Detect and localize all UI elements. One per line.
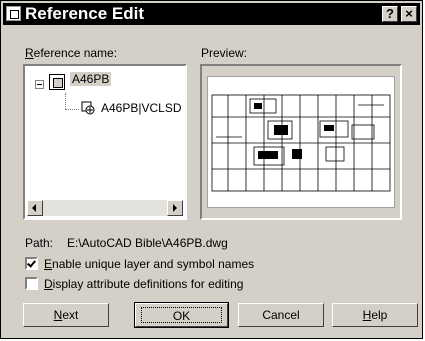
tree-item-a46pb-vclsd[interactable]: A46PB|VCLSD [101, 101, 182, 115]
dialog-title: Reference Edit [25, 4, 145, 23]
block-reference-icon [49, 74, 65, 90]
display-attributes-label[interactable]: Display attribute definitions for editin… [44, 277, 243, 291]
path-label: Path: [25, 236, 54, 250]
reference-edit-dialog: Reference Edit ? × Reference name: Previ… [0, 0, 423, 339]
preview-panel [200, 64, 402, 220]
title-bar[interactable]: Reference Edit ? × [3, 3, 420, 25]
tree-connector [65, 93, 67, 109]
tree-item-a46pb[interactable]: A46PB [70, 72, 112, 86]
enable-unique-names-label[interactable]: Enable unique layer and symbol names [44, 257, 254, 271]
display-attributes-checkbox[interactable] [25, 277, 38, 290]
ok-label: OK [141, 307, 222, 323]
close-button[interactable]: × [401, 6, 417, 22]
tree-item-label: A46PB|VCLSD [101, 101, 182, 115]
nested-reference-icon [81, 101, 95, 115]
drawing-preview-image [207, 76, 395, 208]
next-button[interactable]: Next [23, 303, 109, 327]
tree-connector [65, 109, 79, 111]
scroll-left-button[interactable] [27, 200, 43, 216]
app-icon [6, 6, 21, 21]
cancel-button[interactable]: Cancel [238, 303, 324, 327]
tree-item-label: A46PB [70, 72, 112, 86]
collapse-toggle[interactable] [35, 80, 44, 89]
help-button[interactable]: Help [332, 303, 418, 327]
reference-tree[interactable]: A46PB A46PB|VCLSD [23, 64, 187, 220]
floor-plan-thumbnail [211, 94, 391, 192]
help-question-button[interactable]: ? [382, 6, 398, 22]
ok-button[interactable]: OK [134, 302, 229, 328]
reference-name-label: Reference name: [25, 46, 118, 60]
preview-label: Preview: [201, 46, 248, 60]
horizontal-scrollbar[interactable] [27, 200, 183, 216]
path-value: E:\AutoCAD Bible\A46PB.dwg [67, 236, 228, 250]
enable-unique-names-checkbox[interactable] [25, 257, 38, 270]
scroll-right-button[interactable] [167, 200, 183, 216]
